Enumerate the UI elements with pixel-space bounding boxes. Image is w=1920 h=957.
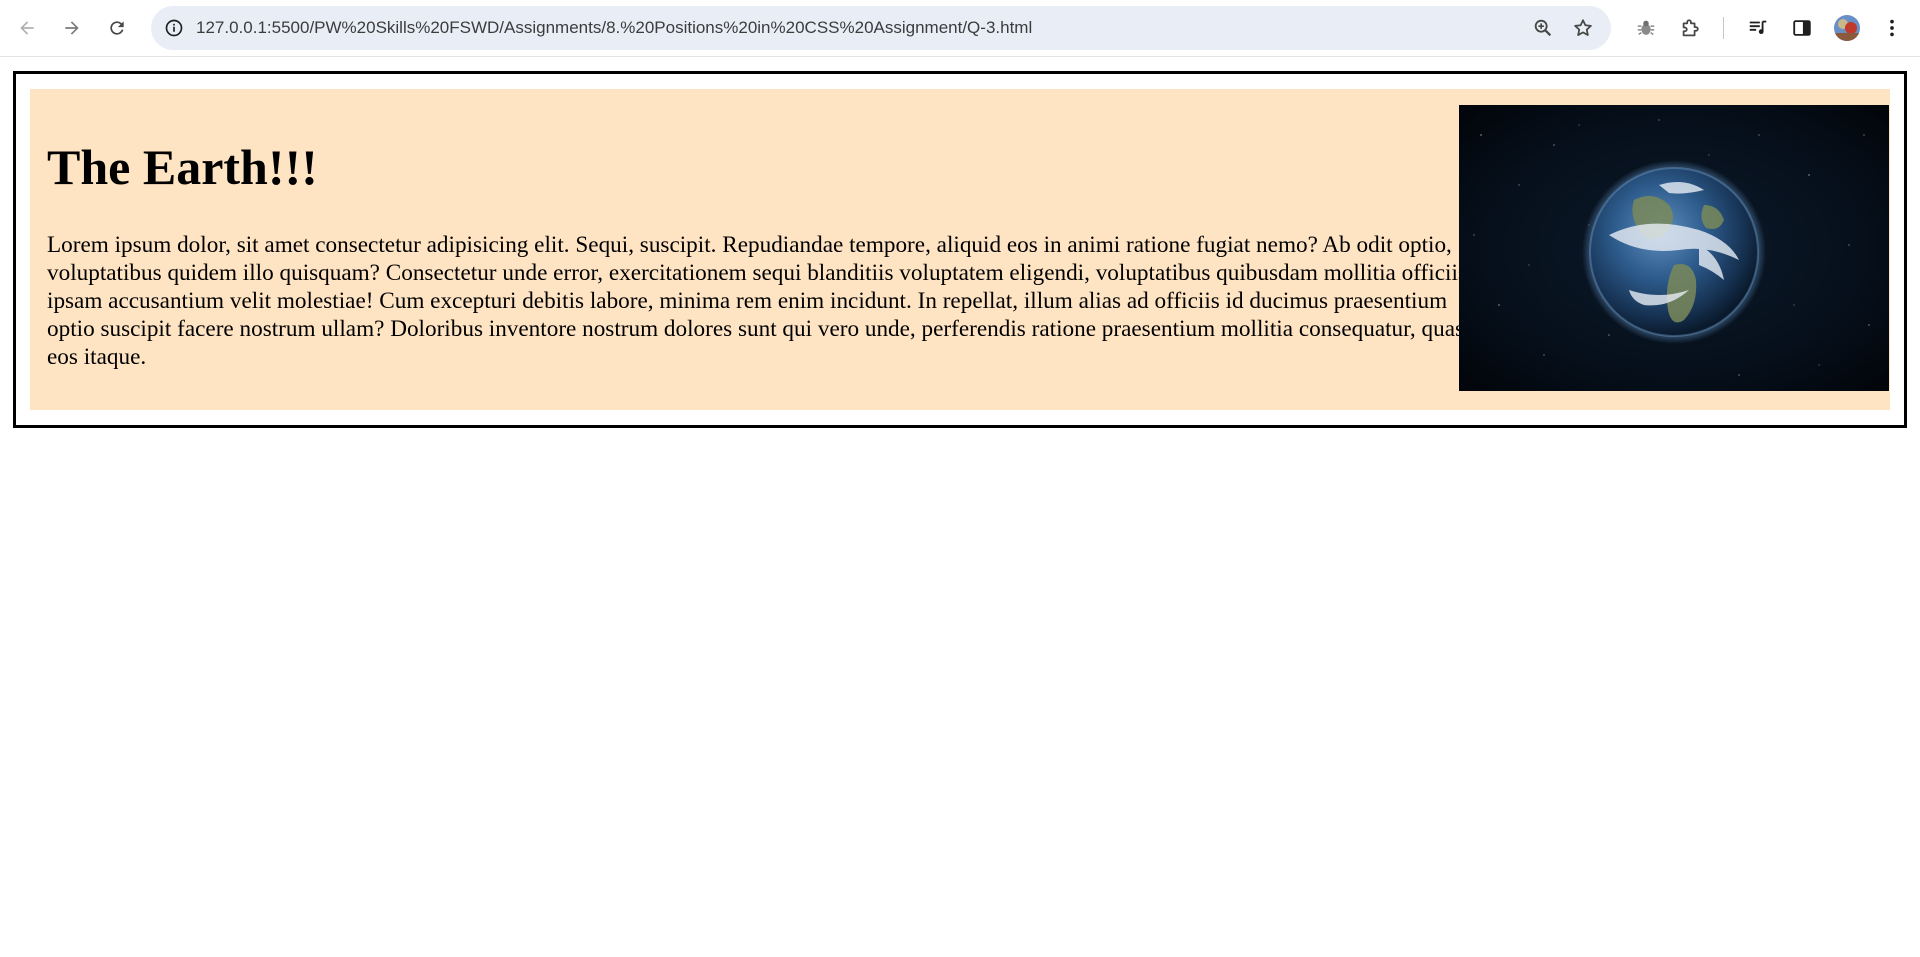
zoom-icon[interactable] xyxy=(1531,16,1555,40)
site-info-icon[interactable] xyxy=(161,15,187,41)
side-panel-icon[interactable] xyxy=(1789,15,1815,41)
content-card: The Earth!!! Lorem ipsum dolor, sit amet… xyxy=(30,89,1890,410)
browser-toolbar: 127.0.0.1:5500/PW%20Skills%20FSWD/Assign… xyxy=(0,0,1920,57)
profile-avatar[interactable] xyxy=(1834,15,1860,41)
bookmark-star-icon[interactable] xyxy=(1571,16,1595,40)
url-text[interactable]: 127.0.0.1:5500/PW%20Skills%20FSWD/Assign… xyxy=(196,6,1032,50)
body-paragraph: Lorem ipsum dolor, sit amet consectetur … xyxy=(47,232,1473,370)
bug-icon[interactable] xyxy=(1633,15,1659,41)
back-arrow-icon[interactable] xyxy=(11,12,43,44)
reload-icon[interactable] xyxy=(101,12,133,44)
extensions-puzzle-icon[interactable] xyxy=(1677,15,1703,41)
media-control-icon[interactable] xyxy=(1745,15,1771,41)
card-text: The Earth!!! Lorem ipsum dolor, sit amet… xyxy=(47,89,1487,371)
page-heading: The Earth!!! xyxy=(47,139,318,195)
address-bar[interactable]: 127.0.0.1:5500/PW%20Skills%20FSWD/Assign… xyxy=(151,6,1611,50)
earth-image xyxy=(1459,105,1889,391)
toolbar-separator xyxy=(1723,17,1724,39)
kebab-menu-icon[interactable] xyxy=(1879,15,1905,41)
forward-arrow-icon[interactable] xyxy=(56,12,88,44)
